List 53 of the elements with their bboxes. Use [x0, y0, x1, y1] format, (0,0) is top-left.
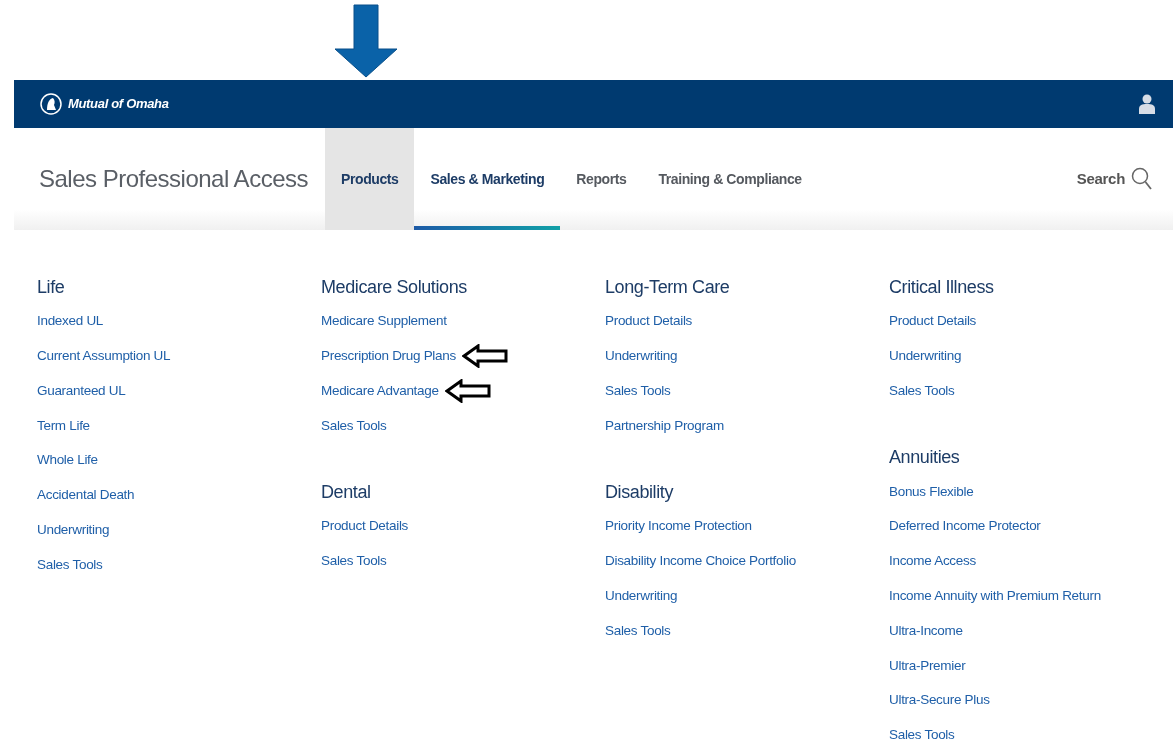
left-arrow-icon: [461, 344, 508, 369]
menu-link[interactable]: Ultra-Income: [889, 620, 963, 642]
menu-heading: Critical Illness: [889, 276, 994, 299]
menu-link[interactable]: Whole Life: [37, 450, 98, 471]
menu-heading: Long-Term Care: [605, 276, 730, 299]
menu-link[interactable]: Product Details: [321, 516, 409, 537]
menu-link[interactable]: Disability Income Choice Portfolio: [605, 551, 796, 572]
menu-link[interactable]: Medicare Advantage: [321, 380, 439, 402]
menu-heading: Dental: [321, 481, 371, 505]
menu-link[interactable]: Medicare Supplement: [321, 311, 447, 332]
menu-heading: Medicare Solutions: [321, 276, 467, 299]
menu-link[interactable]: Prescription Drug Plans: [321, 346, 456, 367]
menu-link[interactable]: Accidental Death: [37, 485, 135, 506]
menu-link[interactable]: Sales Tools: [37, 554, 103, 576]
logo-text: Mutual of Omaha: [68, 95, 169, 114]
menu-link[interactable]: Indexed UL: [37, 311, 104, 332]
menu-link[interactable]: Income Access: [889, 551, 976, 572]
menu-heading: Disability: [605, 481, 674, 505]
menu-link[interactable]: Guaranteed UL: [37, 380, 126, 402]
menu-link[interactable]: Sales Tools: [321, 551, 387, 572]
menu-link[interactable]: Sales Tools: [889, 725, 955, 744]
nav-tab[interactable]: Sales & Marketing: [414, 128, 561, 230]
menu-link[interactable]: Ultra-Secure Plus: [889, 690, 990, 711]
menu-link[interactable]: Underwriting: [605, 586, 678, 607]
site-title: Sales Professional Access: [39, 164, 308, 194]
logo-icon: [40, 93, 62, 115]
menu-link[interactable]: Sales Tools: [605, 380, 671, 402]
search-icon: [1131, 167, 1153, 191]
menu-link[interactable]: Ultra-Premier: [889, 655, 966, 676]
menu-link[interactable]: Term Life: [37, 415, 90, 436]
menu-link[interactable]: Product Details: [605, 311, 693, 332]
menu-link[interactable]: Sales Tools: [889, 380, 955, 402]
menu-link[interactable]: Priority Income Protection: [605, 516, 752, 537]
menu-link[interactable]: Bonus Flexible: [889, 481, 974, 502]
nav-tab[interactable]: Training & Compliance: [642, 128, 818, 230]
down-arrow-icon: [334, 4, 398, 78]
menu-link[interactable]: Underwriting: [605, 346, 678, 367]
menu-link[interactable]: Income Annuity with Premium Return: [889, 586, 1101, 607]
nav-tab[interactable]: Reports: [560, 128, 643, 230]
menu-link[interactable]: Partnership Program: [605, 415, 724, 436]
menu-link[interactable]: Deferred Income Protector: [889, 516, 1041, 537]
search-button[interactable]: Search: [1076, 128, 1173, 230]
nav-tab[interactable]: Products: [325, 128, 415, 230]
user-icon[interactable]: [1139, 94, 1155, 114]
menu-link[interactable]: Underwriting: [37, 520, 110, 541]
menu-link[interactable]: Sales Tools: [321, 415, 387, 436]
menu-heading: Annuities: [889, 446, 960, 470]
menu-link[interactable]: Underwriting: [889, 346, 962, 367]
menu-heading: Life: [37, 276, 65, 299]
menu-link[interactable]: Sales Tools: [605, 620, 671, 642]
menu-link[interactable]: Current Assumption UL: [37, 346, 171, 367]
menu-link[interactable]: Product Details: [889, 311, 977, 332]
left-arrow-icon: [444, 379, 491, 403]
